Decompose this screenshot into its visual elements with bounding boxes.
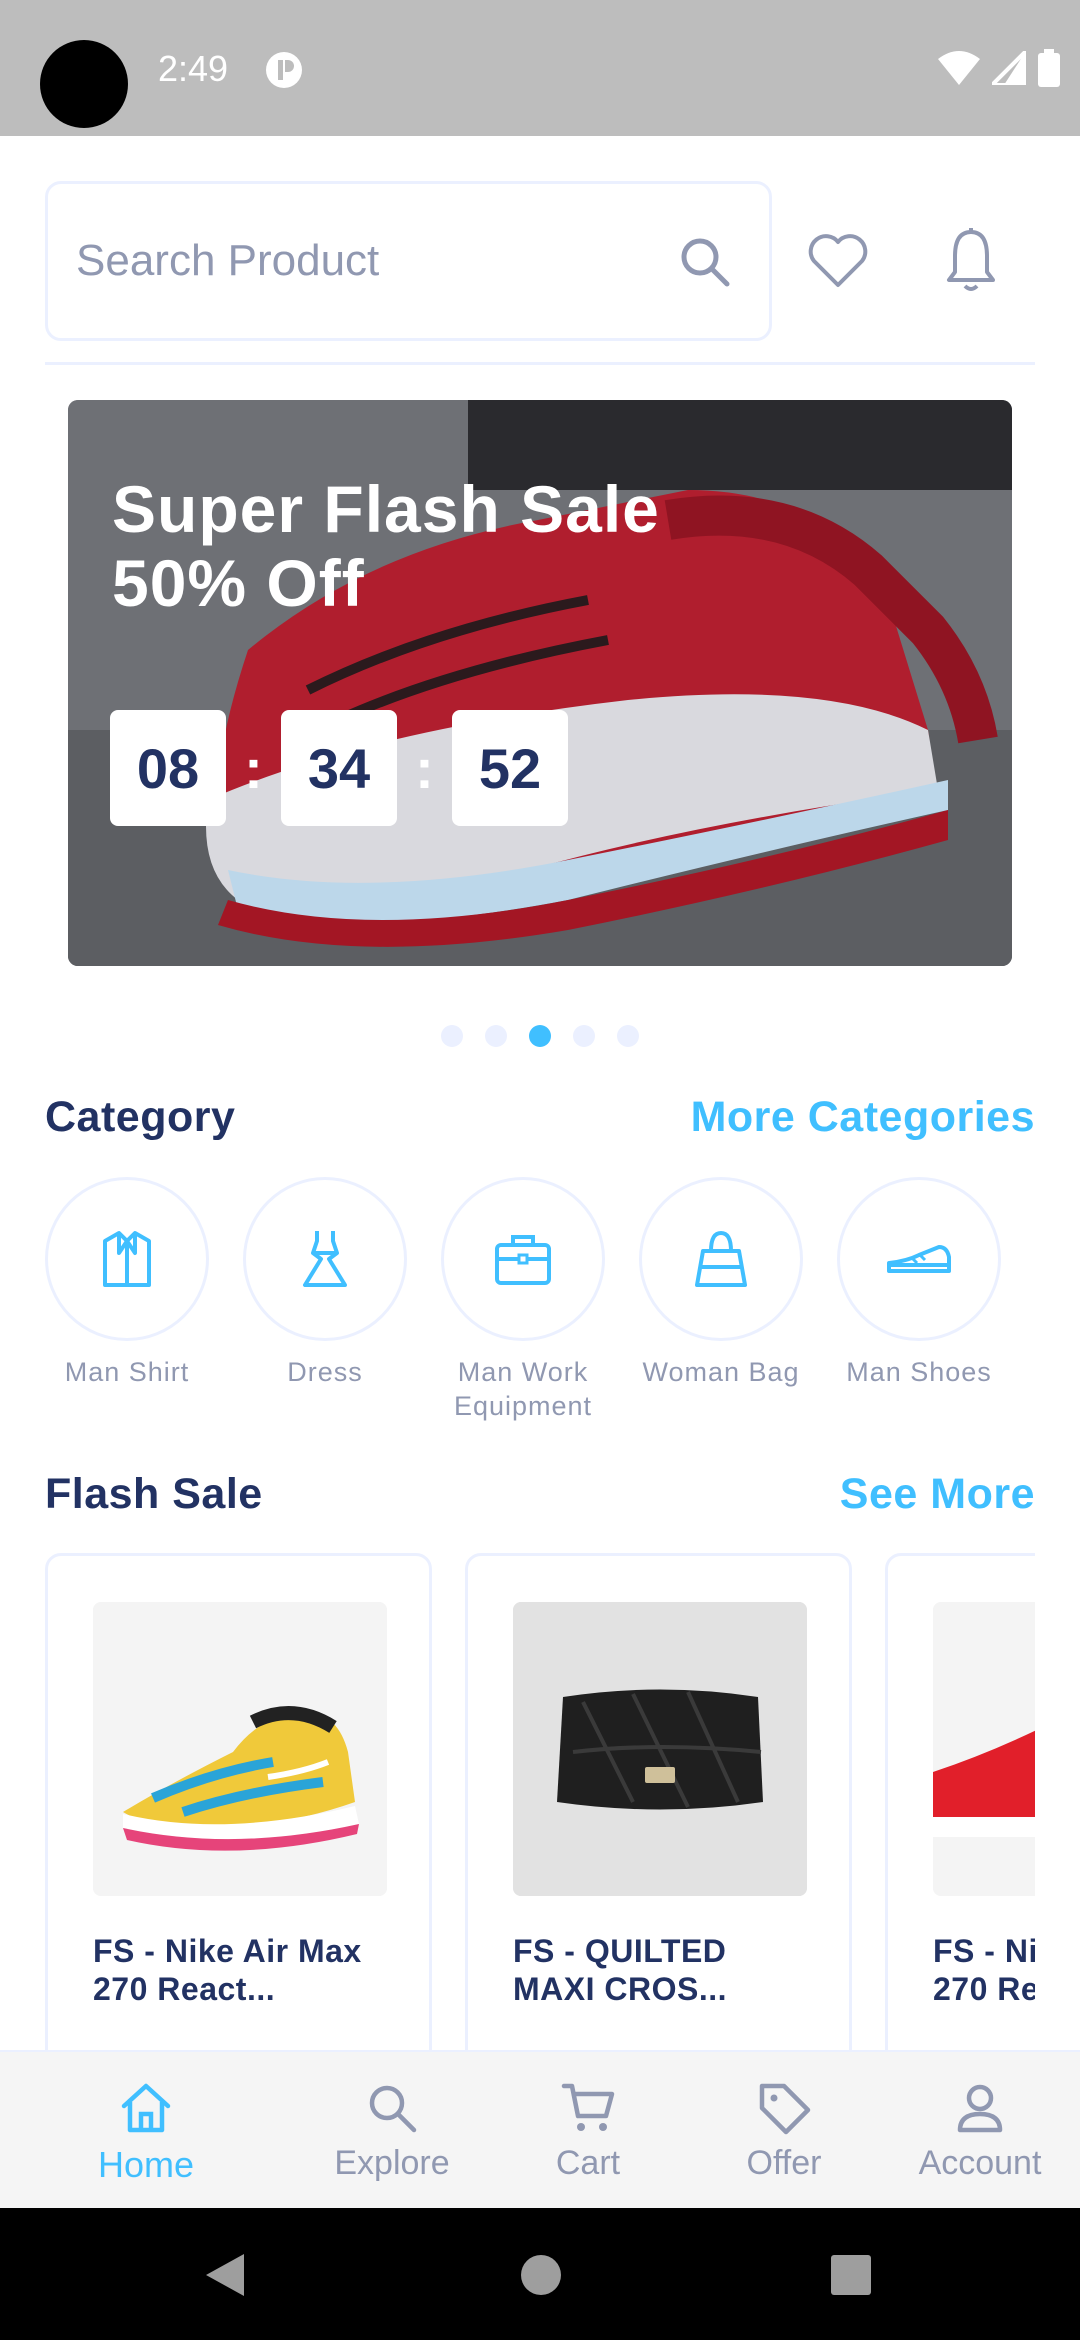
carousel-dot[interactable] — [485, 1025, 507, 1047]
category-icon-circle[interactable] — [837, 1177, 1001, 1341]
product-name: FS - Nike Air Max 270 React... — [93, 1933, 362, 2007]
category-label: Man Work Equipment — [453, 1357, 593, 1421]
status-bar: 2:49 — [0, 0, 1080, 136]
carousel-dot[interactable] — [573, 1025, 595, 1047]
signal-icon — [992, 51, 1026, 85]
category-icon-circle[interactable] — [441, 1177, 605, 1341]
home-button-icon[interactable] — [520, 2252, 562, 2298]
flash-sale-list: FS - Nike Air Max 270 React... FS - QUIL… — [45, 1553, 1035, 2053]
status-icons — [938, 48, 1060, 88]
battery-icon — [1038, 49, 1060, 87]
bag-icon — [695, 1230, 747, 1287]
nav-offer[interactable]: Offer — [684, 2080, 884, 2183]
product-name: FS - Nike Air Max 270 Re — [933, 1933, 1035, 2007]
product-card[interactable]: FS - QUILTED MAXI CROS... — [465, 1553, 852, 2053]
red-sneaker-image — [933, 1602, 1035, 1896]
category-item-man-shirt[interactable]: Man Shirt — [45, 1177, 209, 1389]
carousel-dot[interactable] — [441, 1025, 463, 1047]
timer-hours: 08 — [110, 710, 226, 826]
quilted-bag-image — [513, 1602, 807, 1896]
briefcase-icon — [495, 1235, 551, 1285]
nav-label: Cart — [555, 2144, 621, 2182]
product-name: FS - QUILTED MAXI CROS... — [513, 1933, 728, 2007]
nav-label: Home — [97, 2144, 195, 2185]
search-input[interactable] — [76, 184, 676, 338]
product-card[interactable]: FS - Nike Air Max 270 Re — [885, 1553, 1035, 2053]
back-icon[interactable] — [204, 2252, 246, 2298]
timer-separator: : — [415, 736, 434, 800]
header-divider — [45, 362, 1035, 365]
dress-icon — [303, 1231, 347, 1287]
timer-separator: : — [244, 736, 263, 800]
search-box[interactable] — [45, 181, 772, 341]
timer-seconds: 52 — [452, 710, 568, 826]
shirt-icon — [103, 1231, 151, 1287]
shoe-icon — [887, 1245, 951, 1273]
nav-explore[interactable]: Explore — [292, 2080, 492, 2183]
heart-icon[interactable] — [806, 230, 870, 290]
category-label: Man Shirt — [64, 1357, 190, 1387]
category-icon-circle[interactable] — [45, 1177, 209, 1341]
category-icon-circle[interactable] — [639, 1177, 803, 1341]
nav-label: Explore — [334, 2144, 450, 2182]
nav-home[interactable]: Home — [46, 2080, 246, 2186]
category-item-woman-bag[interactable]: Woman Bag — [639, 1177, 803, 1389]
search-icon — [369, 2085, 417, 2133]
carousel-indicator — [0, 1025, 1080, 1047]
category-item-man-shoes[interactable]: Man Shoes — [837, 1177, 1001, 1389]
product-image — [513, 1602, 807, 1896]
banner-title: Super Flash Sale 50% Off — [112, 472, 660, 620]
product-card[interactable]: FS - Nike Air Max 270 React... — [45, 1553, 432, 2053]
status-time: 2:49 — [158, 48, 229, 89]
nav-label: Offer — [746, 2144, 822, 2182]
more-categories-link[interactable]: More Categories — [691, 1093, 1035, 1142]
search-icon[interactable] — [677, 234, 733, 290]
sneaker-image — [93, 1602, 387, 1896]
category-label: Dress — [287, 1357, 363, 1387]
category-label: Woman Bag — [642, 1357, 800, 1387]
camera-cutout — [40, 40, 128, 128]
category-label: Man Shoes — [846, 1357, 992, 1387]
category-item-man-work-equipment[interactable]: Man Work Equipment — [441, 1177, 605, 1423]
category-icon-circle[interactable] — [243, 1177, 407, 1341]
carousel-dot-active[interactable] — [529, 1025, 551, 1047]
timer-minutes: 34 — [281, 710, 397, 826]
carousel-dot[interactable] — [617, 1025, 639, 1047]
category-item-dress[interactable]: Dress — [243, 1177, 407, 1389]
cart-icon — [561, 2083, 615, 2131]
wifi-icon — [938, 51, 980, 85]
tag-icon — [759, 2083, 811, 2135]
flash-sale-banner[interactable]: Super Flash Sale 50% Off 08 : 34 : 52 — [68, 400, 1012, 966]
category-list: Man Shirt Dress Man Work Equipment Woman… — [45, 1177, 1080, 1437]
home-icon — [121, 2083, 171, 2133]
nav-cart[interactable]: Cart — [488, 2080, 688, 2183]
bell-icon[interactable] — [946, 226, 996, 294]
see-more-link[interactable]: See More — [840, 1470, 1035, 1519]
user-icon — [957, 2084, 1003, 2133]
bottom-navigation: Home Explore Cart Offer Account — [0, 2050, 1080, 2208]
recents-icon[interactable] — [830, 2252, 872, 2298]
product-image — [933, 1602, 1035, 1896]
app-notification-icon — [266, 52, 302, 88]
nav-label: Account — [918, 2144, 1042, 2182]
nav-account[interactable]: Account — [880, 2080, 1080, 2183]
category-title: Category — [45, 1093, 236, 1141]
flash-sale-title: Flash Sale — [45, 1470, 263, 1518]
system-navigation-bar — [0, 2208, 1080, 2340]
countdown-timer: 08 : 34 : 52 — [110, 710, 568, 826]
product-image — [93, 1602, 387, 1896]
